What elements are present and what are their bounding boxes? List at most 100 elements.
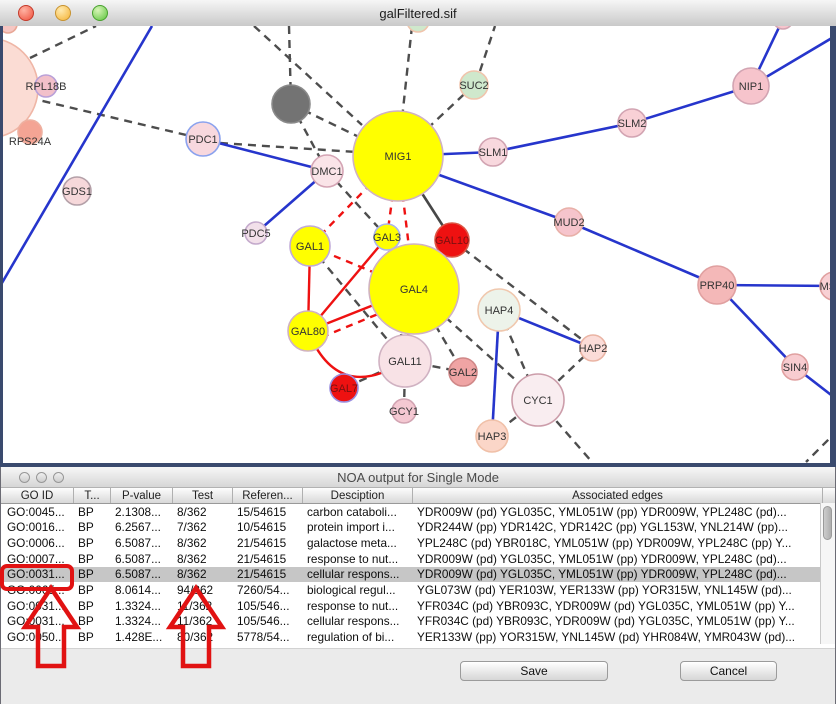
node-SIN4[interactable]: SIN4 [782, 354, 808, 380]
node-SLM1[interactable]: SLM1 [479, 138, 508, 166]
edge [480, 26, 495, 71]
node-GCY1[interactable]: GCY1 [389, 399, 419, 423]
node-label: GAL10 [435, 235, 469, 247]
node-label: SIN4 [783, 362, 807, 374]
node-label: DMC1 [311, 166, 342, 178]
node-SUC2[interactable]: SUC2 [459, 71, 488, 99]
node-GAL2[interactable]: GAL2 [449, 358, 477, 386]
table-row-4[interactable]: GO:0031...BP6.5087...8/36221/54615cellul… [1, 567, 835, 583]
table-row-0[interactable]: GO:0045...BP2.1308...8/36215/54615carbon… [1, 504, 835, 520]
node-label: SLM2 [618, 118, 647, 130]
node-label: CYC1 [523, 395, 552, 407]
node-PDC1[interactable]: PDC1 [186, 122, 220, 156]
cell-desciption: response to nut... [303, 552, 413, 566]
cell-reference: 21/54615 [233, 552, 303, 566]
table-row-7[interactable]: GO:0031...BP1.3324...11/362105/546...cel… [1, 614, 835, 630]
column-header-associated-edges[interactable]: Associated edges [413, 488, 822, 503]
node-label: GAL7 [330, 383, 358, 395]
cell-test: 11/362 [173, 599, 233, 613]
node-unlabeled[interactable] [773, 26, 793, 29]
cancel-button[interactable]: Cancel [680, 661, 777, 681]
node-GAL3[interactable]: GAL3 [373, 224, 401, 250]
column-header-go-id[interactable]: GO ID [1, 488, 74, 503]
node-label: PDC1 [188, 134, 217, 146]
node-GDS1[interactable]: GDS1 [62, 177, 92, 205]
node-PRP40[interactable]: PRP40 [698, 266, 736, 304]
zoom-button[interactable] [92, 5, 108, 21]
node-unlabeled[interactable] [272, 85, 310, 123]
node-NIP1[interactable]: NIP1 [733, 68, 769, 104]
table-row-8[interactable]: GO:0050...BP1.428E...80/3625778/54...reg… [1, 629, 835, 645]
cell-associated-edges: YDR009W (pd) YGL035C, YML051W (pp) YDR00… [413, 567, 822, 581]
node-label: GAL3 [373, 232, 401, 244]
cell-test: 11/362 [173, 614, 233, 628]
node-GAL80[interactable]: GAL80 [288, 311, 328, 351]
close-button[interactable] [19, 472, 30, 483]
table-row-3[interactable]: GO:0007...BP6.5087...8/36221/54615respon… [1, 551, 835, 567]
column-header-p-value[interactable]: P-value [111, 488, 173, 503]
node-HAP2[interactable]: HAP2 [579, 335, 608, 361]
cell-go-id: GO:0031... [1, 599, 74, 613]
node-DMC1[interactable]: DMC1 [311, 155, 343, 187]
close-button[interactable] [18, 5, 34, 21]
cell-p-value: 2.1308... [111, 505, 173, 519]
network-window-title: galFiltered.sif [0, 6, 836, 21]
node-GAL7[interactable]: GAL7 [330, 374, 358, 402]
edge [569, 222, 717, 285]
cell-desciption: galactose meta... [303, 536, 413, 550]
table-body: GO:0045...BP2.1308...8/36215/54615carbon… [1, 504, 835, 645]
cell-reference: 105/546... [233, 599, 303, 613]
node-HAP4[interactable]: HAP4 [478, 289, 520, 331]
noa-titlebar[interactable]: NOA output for Single Mode [1, 467, 835, 488]
node-MIG1[interactable]: MIG1 [353, 111, 443, 201]
cell-test: 8/362 [173, 505, 233, 519]
cell-go-id: GO:0007... [1, 552, 74, 566]
network-canvas[interactable]: RPL18BRPS24AGDS1PDC1PDC5DMC1MIG1SUC2SLM1… [0, 26, 836, 463]
node-label: GAL80 [291, 326, 325, 338]
save-button[interactable]: Save [460, 661, 608, 681]
table-row-2[interactable]: GO:0006...BP6.5087...8/36221/54615galact… [1, 535, 835, 551]
cell-type: BP [74, 520, 111, 534]
node-label: MUD2 [553, 217, 584, 229]
table-row-1[interactable]: GO:0016...BP6.2567...7/36210/54615protei… [1, 520, 835, 536]
column-header-test[interactable]: Test [173, 488, 233, 503]
cell-type: BP [74, 630, 111, 644]
node-label: GAL11 [388, 356, 421, 368]
cell-associated-edges: YDR009W (pd) YGL035C, YML051W (pp) YDR00… [413, 505, 822, 519]
node-GAL1[interactable]: GAL1 [290, 226, 330, 266]
cell-go-id: GO:0031... [1, 614, 74, 628]
minimize-button[interactable] [36, 472, 47, 483]
network-titlebar[interactable]: galFiltered.sif [0, 0, 836, 27]
node-MUD2[interactable]: MUD2 [553, 208, 584, 236]
table-row-6[interactable]: GO:0031...BP1.3324...11/362105/546...res… [1, 598, 835, 614]
cell-type: BP [74, 505, 111, 519]
node-label: HAP4 [485, 305, 514, 317]
cell-type: BP [74, 536, 111, 550]
node-label: GDS1 [62, 186, 92, 198]
cell-test: 8/362 [173, 567, 233, 581]
node-label: NIP1 [739, 81, 763, 93]
node-GAL4[interactable]: GAL4 [369, 244, 459, 334]
column-header-reference[interactable]: Referen... [233, 488, 303, 503]
table-row-5[interactable]: GO:0065...BP8.0614...94/3627260/54...bio… [1, 582, 835, 598]
zoom-button[interactable] [53, 472, 64, 483]
node-CYC1[interactable]: CYC1 [512, 374, 564, 426]
node-GAL11[interactable]: GAL11 [379, 335, 431, 387]
scrollbar-thumb[interactable] [823, 506, 832, 540]
column-header-desciption[interactable]: Desciption [303, 488, 413, 503]
column-header-type[interactable]: T... [74, 488, 111, 503]
cell-go-id: GO:0016... [1, 520, 74, 534]
cell-test: 7/362 [173, 520, 233, 534]
noa-output-window: NOA output for Single Mode GO IDT...P-va… [0, 467, 836, 704]
window-edge-left [0, 26, 3, 463]
node-label: SLM1 [479, 147, 508, 159]
cell-p-value: 6.2567... [111, 520, 173, 534]
node-label: SUC2 [459, 80, 488, 92]
minimize-button[interactable] [55, 5, 71, 21]
node-HAP3[interactable]: HAP3 [476, 420, 508, 452]
edge [30, 26, 96, 58]
node-label: PRP40 [700, 280, 735, 292]
table-header: GO IDT...P-valueTestReferen...Desciption… [1, 488, 835, 504]
node-SLM2[interactable]: SLM2 [618, 109, 647, 137]
table-scrollbar[interactable] [820, 503, 835, 644]
